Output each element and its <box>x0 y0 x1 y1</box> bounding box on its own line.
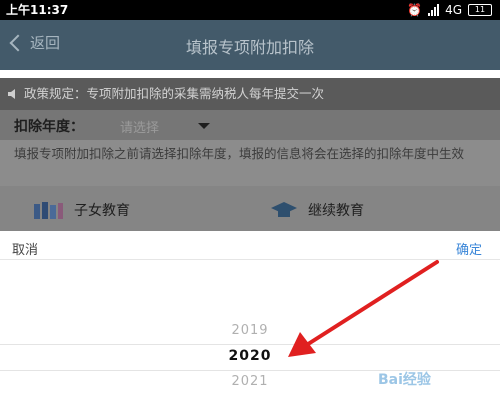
alarm-icon: ⏰ <box>407 3 423 17</box>
network-type: 4G <box>445 3 462 17</box>
year-picker-sheet: 取消 确定 2019 2020 2021 <box>0 231 500 417</box>
status-bar: 上午11:37 ⏰ 4G 11 <box>0 0 500 20</box>
picker-option-2020[interactable]: 2020 <box>0 348 500 364</box>
policy-notice: 政策规定：专项附加扣除的采集需纳税人每年提交一次 <box>0 78 500 110</box>
description-text: 填报专项附加扣除之前请选择扣除年度，填报的信息将会在选择的扣除年度中生效 <box>14 146 465 161</box>
category-grid: 子女教育 继续教育 <box>0 186 500 231</box>
picker-option-2019[interactable]: 2019 <box>0 323 500 338</box>
battery-icon: 11 <box>468 4 492 16</box>
status-time: 上午11:37 <box>6 3 69 17</box>
app-bar: 返回 填报专项附加扣除 <box>0 20 500 70</box>
category-label: 子女教育 <box>74 203 130 219</box>
deduction-year-select[interactable]: 请选择 <box>120 117 159 136</box>
signal-icon <box>428 4 440 16</box>
selection-line-top <box>0 344 500 345</box>
notice-text: 政策规定：专项附加扣除的采集需纳税人每年提交一次 <box>24 86 325 101</box>
deduction-year-label: 扣除年度： <box>14 119 84 135</box>
confirm-button[interactable]: 确定 <box>456 239 482 258</box>
watermark: Bai经验 <box>378 372 431 388</box>
page-title: 填报专项附加扣除 <box>185 38 314 57</box>
status-icons: ⏰ 4G 11 <box>407 0 492 20</box>
books-icon <box>34 202 63 219</box>
cancel-button[interactable]: 取消 <box>12 239 38 258</box>
divider <box>0 259 500 260</box>
category-label: 继续教育 <box>308 203 364 219</box>
speaker-icon <box>8 89 15 99</box>
description-block: 填报专项附加扣除之前请选择扣除年度，填报的信息将会在选择的扣除年度中生效 <box>0 140 500 186</box>
deduction-year-row[interactable]: 扣除年度： 请选择 <box>0 110 500 140</box>
category-continuing-education[interactable]: 继续教育 <box>270 200 364 220</box>
category-child-education[interactable]: 子女教育 <box>34 200 130 220</box>
graduation-cap-icon <box>271 202 297 217</box>
dropdown-arrow-icon[interactable] <box>198 123 210 129</box>
